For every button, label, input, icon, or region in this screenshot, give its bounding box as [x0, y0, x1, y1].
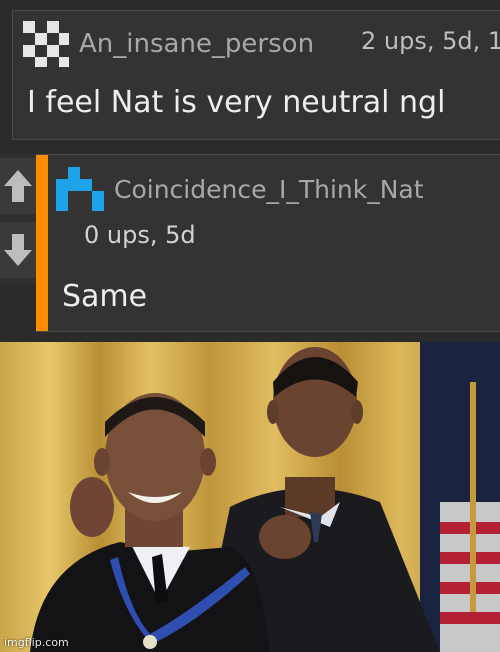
vote-column — [0, 154, 36, 284]
watermark-text: imgflip.com — [4, 636, 69, 649]
arrow-down-icon — [4, 234, 32, 266]
comment-username[interactable]: Coincidence_I_Think_Nat — [114, 175, 424, 204]
comment-body: I feel Nat is very neutral ngl — [27, 85, 446, 120]
comment-username[interactable]: An_insane_person — [79, 29, 314, 59]
upvote-button[interactable] — [0, 158, 36, 214]
comment-meta: 2 ups, 5d, 1 — [361, 27, 500, 55]
arrow-up-icon — [4, 170, 32, 202]
downvote-button[interactable] — [0, 222, 36, 278]
comment-body: Same — [62, 279, 148, 314]
meme-image: An_insane_person 2 ups, 5d, 1 I feel Nat… — [0, 0, 500, 652]
comment-meta: 0 ups, 5d — [84, 221, 196, 249]
comment-coincidence-i-think-nat: Coincidence_I_Think_Nat 0 ups, 5d Same — [36, 154, 500, 332]
pixel-avatar-icon — [23, 21, 69, 67]
comment-an-insane-person: An_insane_person 2 ups, 5d, 1 I feel Nat… — [12, 10, 500, 140]
pixel-avatar-icon — [56, 167, 104, 211]
medal-ceremony-photo — [0, 342, 500, 652]
comment-thread: An_insane_person 2 ups, 5d, 1 I feel Nat… — [0, 0, 500, 342]
reply-accent-bar — [36, 155, 48, 331]
